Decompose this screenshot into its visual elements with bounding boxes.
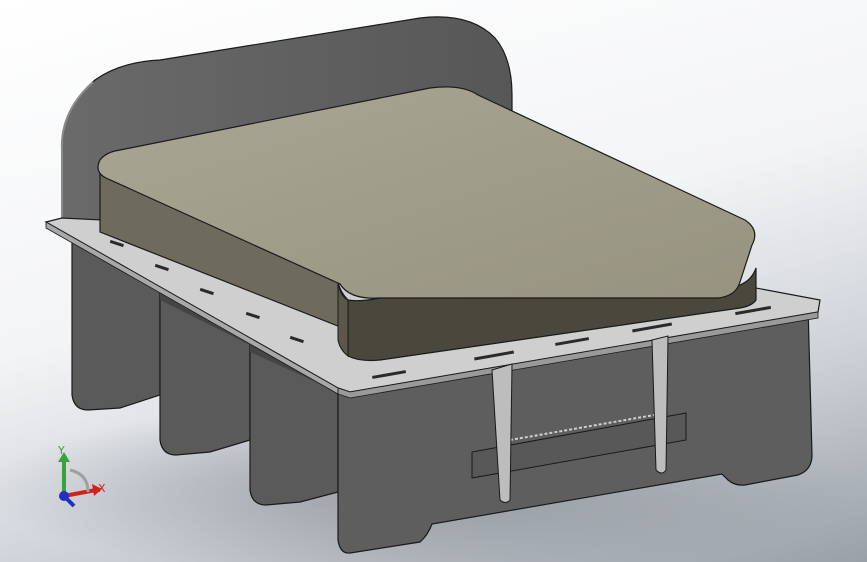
x-axis-label: X bbox=[98, 482, 106, 495]
triad-origin bbox=[59, 491, 69, 501]
cad-viewport[interactable]: Y X bbox=[0, 0, 867, 562]
y-axis-label: Y bbox=[57, 444, 65, 457]
model-canvas[interactable]: Y X bbox=[0, 0, 867, 562]
